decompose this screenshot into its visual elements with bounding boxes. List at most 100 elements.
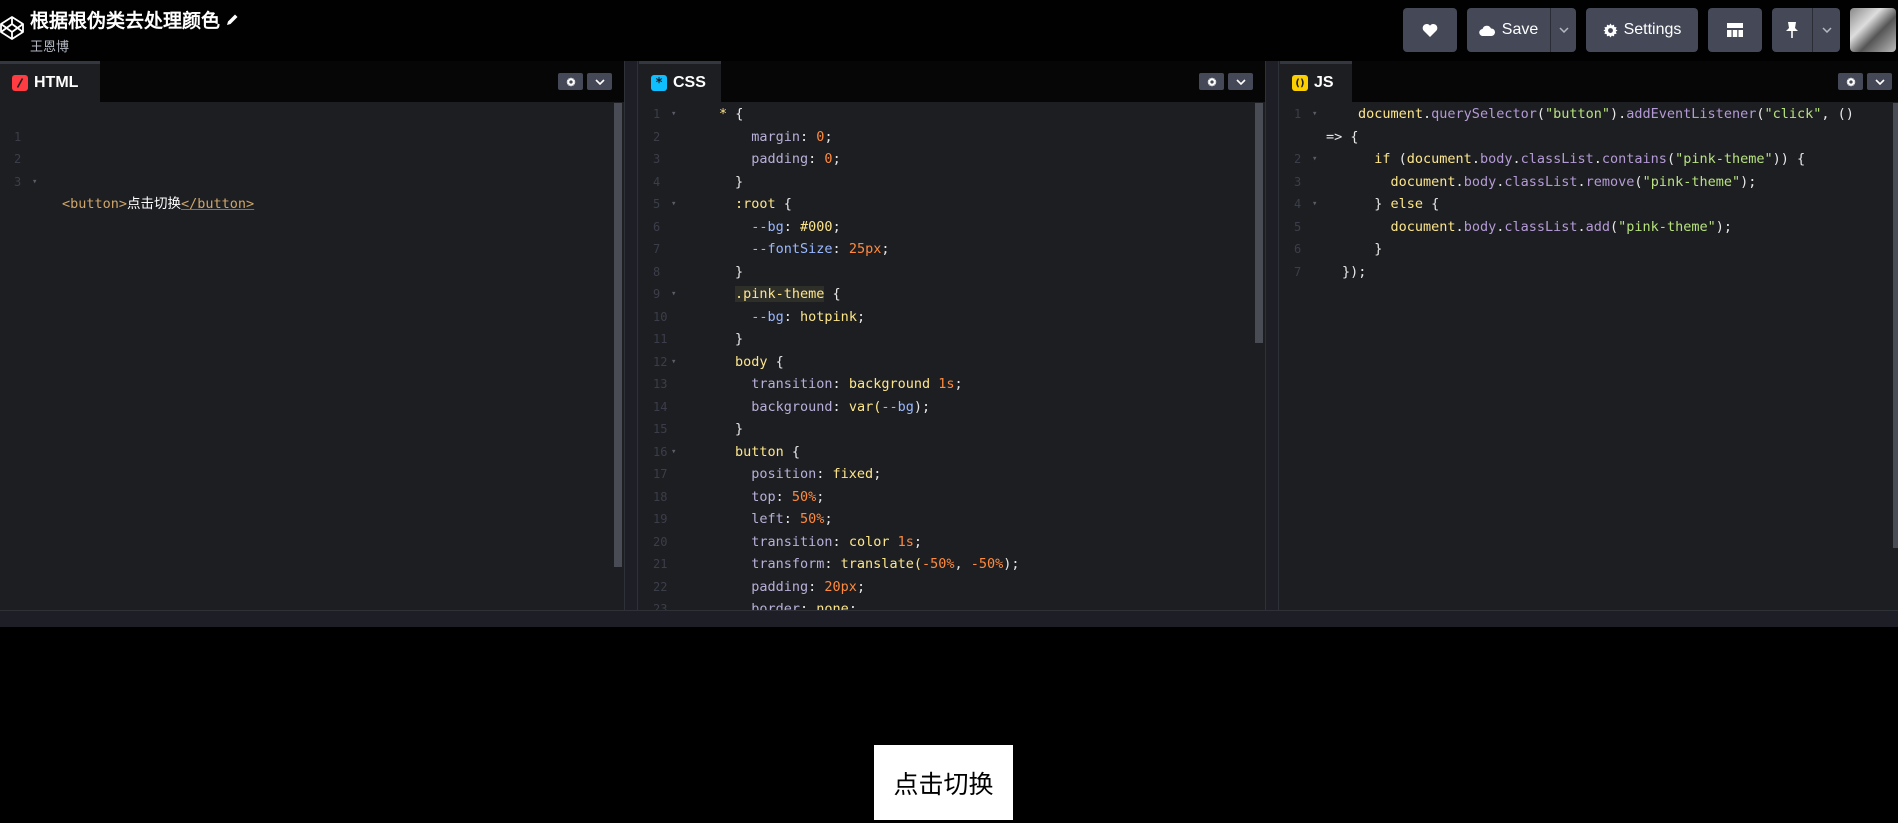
fold-arrow-icon[interactable]: ▾ — [671, 283, 676, 306]
change-view-button[interactable] — [1708, 8, 1762, 52]
layout-grid-icon — [1727, 23, 1743, 37]
code-text: button { — [735, 441, 800, 464]
line-number: 13 — [653, 377, 668, 391]
code-token: . — [1471, 151, 1480, 167]
author-name[interactable]: 王恩博 — [30, 36, 239, 55]
code-token: ; — [881, 241, 890, 257]
save-button[interactable]: Save — [1467, 8, 1550, 52]
pane-resizer[interactable] — [624, 61, 638, 610]
code-token: ; — [824, 128, 833, 145]
html-scrollbar[interactable] — [614, 103, 622, 567]
code-token: ; — [832, 218, 841, 235]
code-token: "click" — [1764, 106, 1822, 122]
user-avatar[interactable] — [1850, 8, 1896, 52]
code-token: add — [1585, 218, 1611, 235]
line-number: 23 — [653, 602, 668, 610]
line-number: 7 — [1294, 264, 1302, 279]
tab-js[interactable]: () JS — [1280, 61, 1352, 102]
code-token: ; — [913, 533, 922, 550]
code-token: --bg — [735, 308, 784, 325]
code-token: ); — [1740, 173, 1757, 190]
code-text: } — [735, 261, 743, 284]
code-token: }); — [1342, 263, 1367, 280]
css-tab-bar: * CSS — [639, 61, 1265, 102]
edit-pencil-icon[interactable] — [226, 13, 239, 26]
js-braces-icon: () — [1292, 75, 1308, 91]
fold-arrow-icon[interactable]: ▾ — [671, 193, 676, 216]
gear-icon — [1603, 22, 1618, 38]
save-label: Save — [1501, 21, 1539, 38]
js-collapse-button[interactable] — [1867, 73, 1892, 90]
html-collapse-button[interactable] — [587, 73, 612, 90]
settings-label: Settings — [1623, 21, 1682, 38]
pane-resizer[interactable] — [1265, 61, 1279, 610]
code-token: . — [1512, 151, 1521, 167]
code-token: body — [735, 353, 776, 370]
fold-arrow-icon[interactable]: ▾ — [671, 103, 676, 126]
code-token: --bg — [881, 398, 914, 415]
code-token: )) { — [1772, 151, 1806, 167]
code-token: transition — [735, 376, 833, 392]
fold-arrow-icon[interactable]: ▾ — [1312, 193, 1317, 216]
fold-arrow-icon[interactable]: ▾ — [1312, 103, 1317, 126]
settings-button[interactable]: Settings — [1586, 8, 1698, 52]
html-code-area[interactable]: 1 2 ▾ <button>点击切换</button> 3 — [0, 103, 624, 610]
code-token: : — [800, 601, 817, 610]
code-text: transform: translate(-50%, -50%); — [735, 553, 1019, 576]
code-text: transition: background 1s; — [735, 373, 962, 396]
html-editor-pane: HTML 1 2 ▾ <button>点击切换</button> 3 — [0, 61, 624, 610]
toggle-theme-button[interactable]: 点击切换 — [874, 745, 1013, 820]
code-line: 4 ▾ } else { — [1280, 193, 1898, 216]
tab-js-label: JS — [1314, 74, 1334, 91]
js-settings-button[interactable] — [1838, 73, 1863, 90]
pin-button[interactable] — [1772, 8, 1812, 52]
tab-css[interactable]: * CSS — [639, 61, 721, 102]
code-text: transition: color 1s; — [735, 531, 922, 554]
css-editor-pane: * CSS 1 ▾ * {2 margin: 0; 3 padding: 0; 4} 5 ▾… — [639, 61, 1265, 610]
code-token: , — [954, 556, 971, 572]
code-token: } — [735, 421, 744, 437]
code-token: : — [800, 128, 817, 145]
gear-icon — [1206, 76, 1217, 87]
code-line: 5 document.body.classList.add("pink-them… — [1280, 216, 1898, 239]
love-button[interactable] — [1403, 8, 1457, 52]
code-token: --fontSize — [735, 241, 833, 257]
code-text: margin: 0; — [735, 126, 833, 149]
code-token: : — [775, 488, 792, 505]
save-options-button[interactable] — [1551, 8, 1576, 52]
code-token: left — [735, 511, 784, 527]
code-token: addEventListener — [1626, 106, 1757, 122]
code-token: "pink-theme" — [1675, 151, 1773, 167]
css-collapse-button[interactable] — [1228, 73, 1253, 90]
codepen-logo-icon[interactable] — [0, 13, 24, 43]
css-code-area[interactable]: 1 ▾ * {2 margin: 0; 3 padding: 0; 4} 5 ▾:root … — [639, 103, 1265, 610]
js-scrollbar[interactable] — [1893, 103, 1898, 548]
code-line: 4} — [639, 171, 1265, 194]
code-line: 10 --bg: hotpink; — [639, 306, 1265, 329]
js-code-area[interactable]: 1 ▾ document.querySelector("button").addEv… — [1280, 103, 1898, 610]
tab-html[interactable]: HTML — [0, 61, 100, 102]
css-scrollbar[interactable] — [1255, 103, 1263, 343]
code-line: 3 document.body.classList.remove("pink-t… — [1280, 171, 1898, 194]
code-token: background — [735, 398, 833, 415]
fold-arrow-icon[interactable]: ▾ — [671, 441, 676, 464]
code-token: } — [735, 173, 744, 190]
gear-icon — [565, 76, 576, 87]
pen-title[interactable]: 根据根伪类去处理颜色 — [30, 6, 239, 33]
code-line: 11} — [639, 328, 1265, 351]
code-text: } — [735, 418, 743, 441]
code-line: 8} — [639, 261, 1265, 284]
fold-arrow-icon[interactable]: ▾ — [671, 351, 676, 374]
pin-options-button[interactable] — [1813, 8, 1840, 52]
code-text: }); — [1342, 261, 1366, 284]
fold-arrow-icon[interactable]: ▾ — [1312, 148, 1317, 171]
code-token: 25px — [848, 241, 882, 257]
preview-resize-bar[interactable] — [0, 610, 1898, 627]
code-token: } — [735, 263, 744, 280]
editor-area: HTML 1 2 ▾ <button>点击切换</button> 3 * CSS… — [0, 61, 1898, 610]
code-token: classList — [1520, 151, 1594, 167]
code-token: translate( — [840, 556, 922, 572]
css-settings-button[interactable] — [1199, 73, 1224, 90]
code-token: var( — [848, 398, 882, 415]
html-settings-button[interactable] — [558, 73, 583, 90]
